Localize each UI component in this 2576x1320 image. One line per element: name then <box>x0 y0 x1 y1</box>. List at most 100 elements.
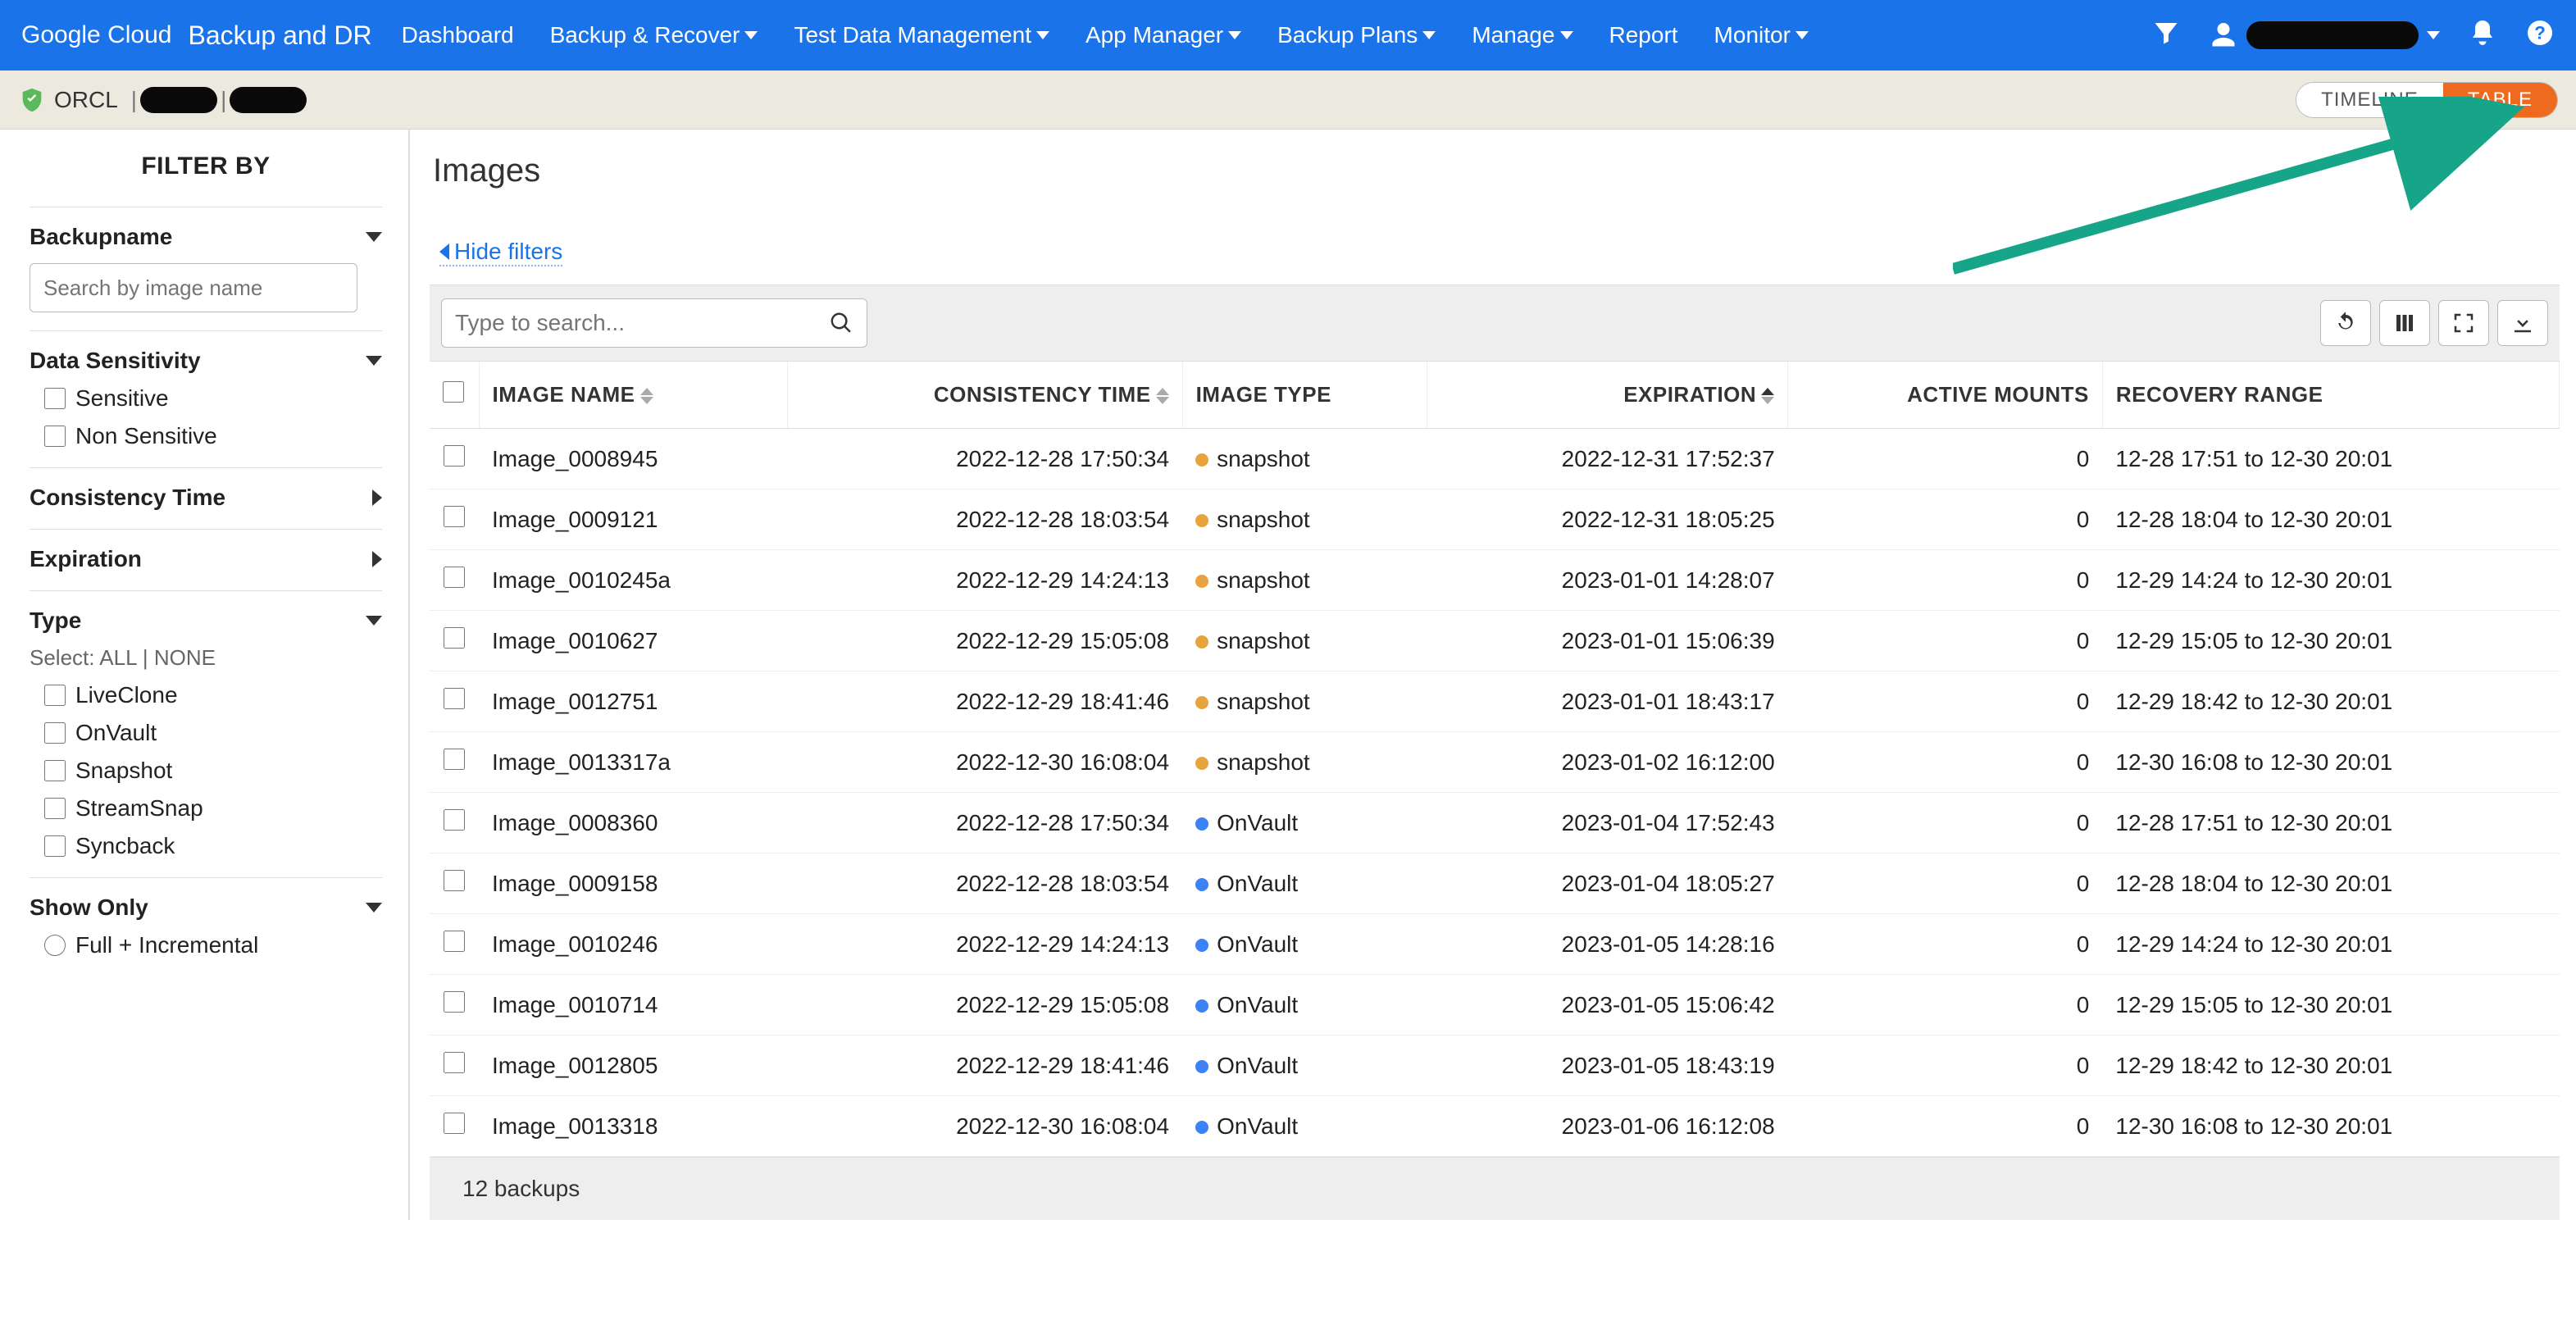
table-row[interactable]: Image_00106272022-12-29 15:05:08snapshot… <box>430 611 2560 671</box>
nav-item[interactable]: Report <box>1609 22 1678 48</box>
cell-image-type: snapshot <box>1182 489 1427 550</box>
cell-image-type: OnVault <box>1182 914 1427 975</box>
cell-recovery-range: 12-28 17:51 to 12-30 20:01 <box>2102 429 2559 489</box>
user-block[interactable] <box>2209 20 2440 50</box>
table-row[interactable]: Image_00089452022-12-28 17:50:34snapshot… <box>430 429 2560 489</box>
row-checkbox[interactable] <box>444 627 465 649</box>
checkbox-input[interactable] <box>44 388 66 409</box>
table-row[interactable]: Image_00133182022-12-30 16:08:04OnVault2… <box>430 1096 2560 1157</box>
nav-item[interactable]: Test Data Management <box>794 22 1049 48</box>
filter-data-sensitivity-head[interactable]: Data Sensitivity <box>30 348 382 374</box>
filter-icon[interactable] <box>2151 18 2181 53</box>
nav-item[interactable]: App Manager <box>1085 22 1241 48</box>
chevron-down-icon <box>1036 31 1049 39</box>
table-search-input[interactable] <box>455 310 829 336</box>
nav-item[interactable]: Manage <box>1472 22 1572 48</box>
nav-item-label: Backup & Recover <box>550 22 740 48</box>
checkbox-input[interactable] <box>44 685 66 706</box>
col-active-mounts[interactable]: ACTIVE MOUNTS <box>1788 362 2103 429</box>
row-checkbox[interactable] <box>444 870 465 891</box>
row-checkbox[interactable] <box>444 991 465 1013</box>
nav-item-label: Manage <box>1472 22 1554 48</box>
columns-button[interactable] <box>2379 300 2430 346</box>
checkbox-streamsnap[interactable]: StreamSnap <box>44 795 382 822</box>
nav-item[interactable]: Backup Plans <box>1277 22 1436 48</box>
nav-item[interactable]: Dashboard <box>402 22 514 48</box>
table-row[interactable]: Image_0010245a2022-12-29 14:24:13snapsho… <box>430 550 2560 611</box>
cell-consistency-time: 2022-12-29 15:05:08 <box>788 611 1183 671</box>
col-recovery-range[interactable]: RECOVERY RANGE <box>2102 362 2559 429</box>
cell-active-mounts: 0 <box>1788 732 2103 793</box>
select-all-checkbox[interactable] <box>443 381 464 403</box>
row-checkbox[interactable] <box>444 1052 465 1073</box>
row-checkbox[interactable] <box>444 506 465 527</box>
checkbox-onvault[interactable]: OnVault <box>44 720 382 746</box>
cell-consistency-time: 2022-12-28 18:03:54 <box>788 489 1183 550</box>
checkbox-input[interactable] <box>44 426 66 447</box>
checkbox-input[interactable] <box>44 722 66 744</box>
filter-expiration-head[interactable]: Expiration <box>30 546 382 572</box>
filter-show-only-head[interactable]: Show Only <box>30 894 382 921</box>
download-button[interactable] <box>2497 300 2548 346</box>
fullscreen-button[interactable] <box>2438 300 2489 346</box>
row-checkbox[interactable] <box>444 567 465 588</box>
radio-full-incremental[interactable]: Full + Incremental <box>44 932 382 958</box>
timeline-toggle-button[interactable]: TIMELINE <box>2296 83 2443 117</box>
cell-active-mounts: 0 <box>1788 550 2103 611</box>
select-all-link[interactable]: ALL <box>99 645 136 670</box>
table-row[interactable]: Image_00127512022-12-29 18:41:46snapshot… <box>430 671 2560 732</box>
checkbox-input[interactable] <box>44 835 66 857</box>
top-nav: Google Cloud Backup and DR Dashboard Back… <box>0 0 2576 71</box>
row-checkbox[interactable] <box>444 445 465 467</box>
main-content: Images Hide filters IMAGE NAME CONSISTEN… <box>410 130 2576 1220</box>
nav-items: Dashboard Backup & Recover Test Data Manag… <box>402 22 2151 48</box>
row-checkbox[interactable] <box>444 1113 465 1134</box>
checkbox-liveclone[interactable]: LiveClone <box>44 682 382 708</box>
checkbox-syncback[interactable]: Syncback <box>44 833 382 859</box>
nav-item[interactable]: Monitor <box>1714 22 1809 48</box>
select-none-link[interactable]: NONE <box>154 645 216 670</box>
row-checkbox[interactable] <box>444 809 465 831</box>
checkbox-label: Sensitive <box>75 385 169 412</box>
table-row[interactable]: Image_00107142022-12-29 15:05:08OnVault2… <box>430 975 2560 1036</box>
backupname-search-input[interactable] <box>30 263 357 312</box>
row-checkbox[interactable] <box>444 749 465 770</box>
table-search[interactable] <box>441 298 867 348</box>
filter-sidebar: FILTER BY Backupname Data Sensitivity Se… <box>0 130 408 1220</box>
hide-filters-link[interactable]: Hide filters <box>439 239 562 266</box>
bell-icon[interactable] <box>2468 18 2497 53</box>
table-row[interactable]: Image_00091212022-12-28 18:03:54snapshot… <box>430 489 2560 550</box>
refresh-button[interactable] <box>2320 300 2371 346</box>
search-icon[interactable] <box>829 311 853 335</box>
col-image-name[interactable]: IMAGE NAME <box>479 362 788 429</box>
checkbox-input[interactable] <box>44 760 66 781</box>
topnav-right: ? <box>2151 18 2555 53</box>
status-dot-icon <box>1195 817 1208 831</box>
col-consistency-time[interactable]: CONSISTENCY TIME <box>788 362 1183 429</box>
table-row[interactable]: Image_0013317a2022-12-30 16:08:04snapsho… <box>430 732 2560 793</box>
nav-item[interactable]: Backup & Recover <box>550 22 758 48</box>
checkbox-non-sensitive[interactable]: Non Sensitive <box>44 423 382 449</box>
filter-backupname-head[interactable]: Backupname <box>30 224 382 250</box>
filter-type-head[interactable]: Type <box>30 608 382 634</box>
col-label: RECOVERY RANGE <box>2116 382 2323 407</box>
row-checkbox[interactable] <box>444 688 465 709</box>
checkbox-snapshot[interactable]: Snapshot <box>44 758 382 784</box>
col-image-type[interactable]: IMAGE TYPE <box>1182 362 1427 429</box>
table-row[interactable]: Image_00128052022-12-29 18:41:46OnVault2… <box>430 1036 2560 1096</box>
nav-item-label: App Manager <box>1085 22 1223 48</box>
radio-input[interactable] <box>44 935 66 956</box>
table-toggle-button[interactable]: TABLE <box>2443 83 2557 117</box>
col-expiration[interactable]: EXPIRATION <box>1427 362 1788 429</box>
table-row[interactable]: Image_00102462022-12-29 14:24:13OnVault2… <box>430 914 2560 975</box>
checkbox-sensitive[interactable]: Sensitive <box>44 385 382 412</box>
table-row[interactable]: Image_00083602022-12-28 17:50:34OnVault2… <box>430 793 2560 853</box>
cell-image-type: OnVault <box>1182 1036 1427 1096</box>
help-icon[interactable]: ? <box>2525 18 2555 53</box>
row-checkbox[interactable] <box>444 931 465 952</box>
checkbox-input[interactable] <box>44 798 66 819</box>
filter-consistency-time-head[interactable]: Consistency Time <box>30 485 382 511</box>
table-row[interactable]: Image_00091582022-12-28 18:03:54OnVault2… <box>430 853 2560 914</box>
logo[interactable]: Google Cloud <box>21 21 171 49</box>
product-name[interactable]: Backup and DR <box>188 20 371 51</box>
